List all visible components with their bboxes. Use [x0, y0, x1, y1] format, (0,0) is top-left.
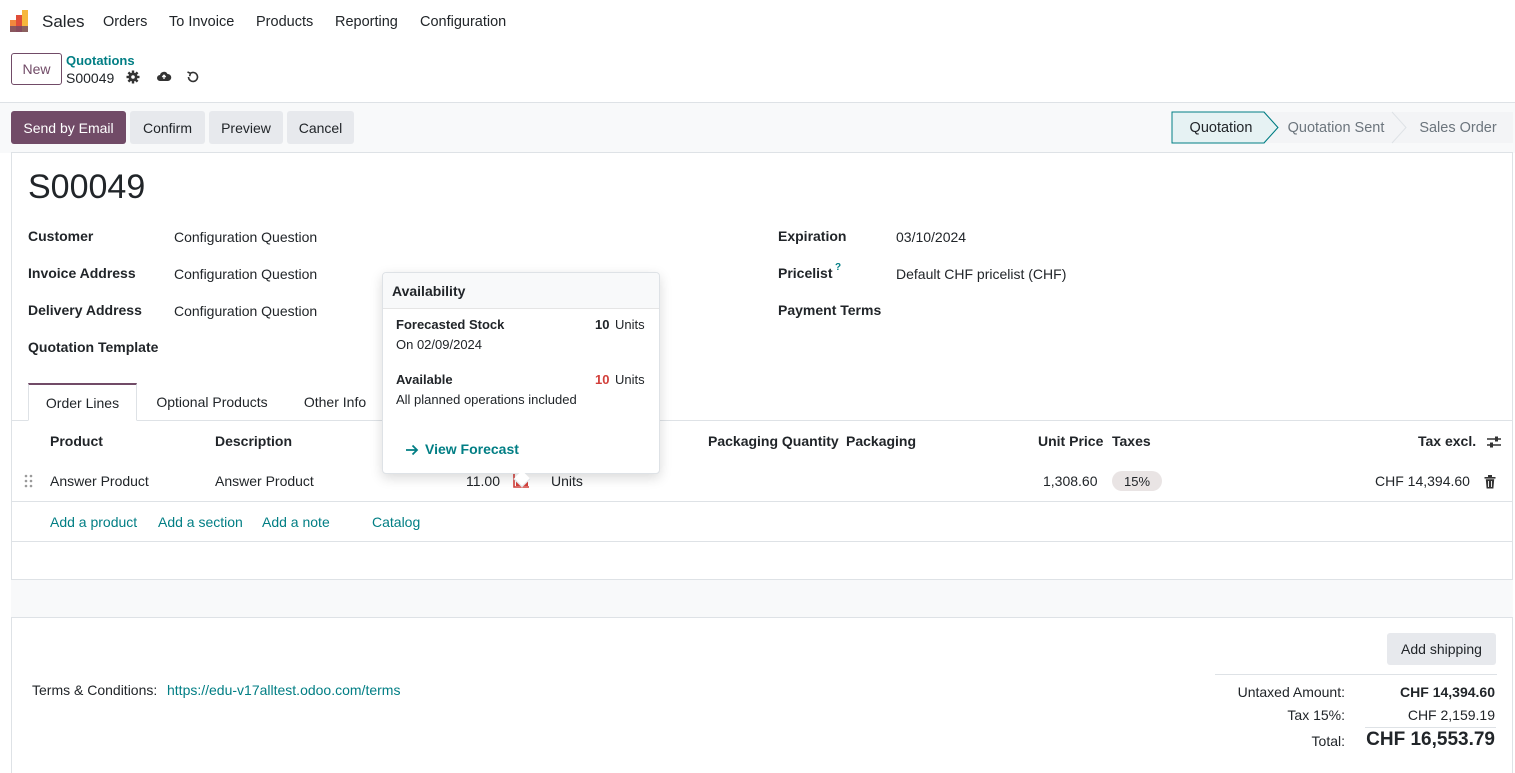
- cancel-button[interactable]: Cancel: [287, 111, 354, 144]
- col-packaging-quantity[interactable]: Packaging Quantity: [708, 433, 839, 449]
- tax-label: Tax 15%:: [1287, 707, 1345, 723]
- nav-orders[interactable]: Orders: [103, 14, 147, 30]
- arrow-right-icon: [406, 444, 419, 456]
- form-sheet: [11, 152, 1513, 773]
- add-product-link[interactable]: Add a product: [50, 514, 137, 530]
- send-by-email-button[interactable]: Send by Email: [11, 111, 126, 144]
- catalog-link[interactable]: Catalog: [372, 514, 420, 530]
- preview-button[interactable]: Preview: [209, 111, 283, 144]
- drag-handle-icon[interactable]: [24, 474, 34, 488]
- availability-popover: Availability Forecasted Stock 10 Units O…: [382, 272, 660, 488]
- customer-field[interactable]: Configuration Question: [174, 229, 317, 245]
- nav-to-invoice[interactable]: To Invoice: [169, 14, 234, 30]
- row-divider: [11, 541, 1513, 542]
- nav-reporting[interactable]: Reporting: [335, 14, 398, 30]
- expiration-label: Expiration: [778, 228, 847, 244]
- app-name[interactable]: Sales: [42, 12, 85, 32]
- top-navbar: Sales Orders To Invoice Products Reporti…: [0, 0, 1515, 44]
- available-note: All planned operations included: [396, 392, 577, 407]
- discard-icon[interactable]: [185, 69, 201, 85]
- forecast-label: Forecasted Stock: [396, 317, 505, 332]
- popover-title: Availability: [383, 273, 659, 309]
- terms-link[interactable]: https://edu-v17alltest.odoo.com/terms: [167, 682, 400, 698]
- add-shipping-button[interactable]: Add shipping: [1387, 633, 1496, 665]
- untaxed-amount-label: Untaxed Amount:: [1237, 684, 1345, 700]
- breadcrumb-quotations[interactable]: Quotations: [66, 53, 135, 68]
- sales-app-icon[interactable]: [10, 10, 32, 32]
- tab-other-info[interactable]: Other Info: [287, 383, 383, 421]
- empty-row-band: [11, 580, 1513, 617]
- add-note-link[interactable]: Add a note: [262, 514, 330, 530]
- tab-optional-products[interactable]: Optional Products: [137, 383, 287, 421]
- forecast-qty: 10: [595, 317, 610, 332]
- optional-columns-icon[interactable]: [1486, 434, 1502, 450]
- trash-icon[interactable]: [1484, 475, 1496, 489]
- available-label: Available: [396, 372, 453, 387]
- stage-quotation[interactable]: Quotation: [1171, 111, 1271, 144]
- row-unit-price[interactable]: 1,308.60: [1043, 473, 1098, 489]
- row-divider: [11, 617, 1513, 618]
- add-section-link[interactable]: Add a section: [158, 514, 243, 530]
- row-divider: [11, 501, 1513, 502]
- row-quantity[interactable]: 11.00: [466, 473, 500, 489]
- customer-label: Customer: [28, 228, 94, 244]
- new-button[interactable]: New: [11, 53, 62, 85]
- gear-icon[interactable]: [125, 69, 141, 85]
- confirm-button[interactable]: Confirm: [130, 111, 205, 144]
- delivery-address-field[interactable]: Configuration Question: [174, 303, 317, 319]
- col-unit-price[interactable]: Unit Price: [1038, 433, 1103, 449]
- tax-badge[interactable]: 15%: [1112, 471, 1162, 491]
- tax-value: CHF 2,159.19: [1407, 707, 1495, 723]
- nav-configuration[interactable]: Configuration: [420, 14, 506, 30]
- nav-products[interactable]: Products: [256, 14, 313, 30]
- available-unit: Units: [615, 372, 645, 387]
- row-subtotal: CHF 14,394.60: [1375, 473, 1470, 489]
- col-taxes[interactable]: Taxes: [1112, 433, 1151, 449]
- invoice-address-label: Invoice Address: [28, 265, 136, 281]
- row-uom[interactable]: Units: [551, 473, 583, 489]
- totals-divider: [1215, 674, 1497, 675]
- payment-terms-label: Payment Terms: [778, 302, 882, 318]
- expiration-field[interactable]: 03/10/2024: [896, 229, 966, 245]
- total-divider: [1365, 727, 1496, 728]
- stage-quotation-sent[interactable]: Quotation Sent: [1275, 111, 1397, 144]
- pricelist-field[interactable]: Default CHF pricelist (CHF): [896, 266, 1066, 282]
- invoice-address-field[interactable]: Configuration Question: [174, 266, 317, 282]
- stage-sales-order[interactable]: Sales Order: [1403, 111, 1513, 144]
- col-product[interactable]: Product: [50, 433, 103, 449]
- record-title: S00049: [28, 168, 146, 206]
- total-value: CHF 16,553.79: [1366, 729, 1495, 750]
- view-forecast-button[interactable]: View Forecast: [425, 441, 519, 457]
- pricelist-label: Pricelist: [778, 265, 833, 281]
- pricelist-help-icon[interactable]: ?: [835, 262, 841, 273]
- terms-label: Terms & Conditions:: [32, 682, 158, 698]
- col-description[interactable]: Description: [215, 433, 292, 449]
- breadcrumb-current: S00049: [66, 70, 115, 86]
- forecast-unit: Units: [615, 317, 645, 332]
- tab-order-lines[interactable]: Order Lines: [28, 383, 137, 421]
- cloud-upload-icon[interactable]: [156, 69, 172, 85]
- available-qty: 10: [595, 372, 610, 387]
- total-label: Total:: [1311, 733, 1345, 749]
- delivery-address-label: Delivery Address: [28, 302, 142, 318]
- untaxed-amount-value: CHF 14,394.60: [1400, 684, 1495, 700]
- forecast-date: On 02/09/2024: [396, 337, 483, 352]
- row-product[interactable]: Answer Product: [50, 473, 149, 489]
- col-packaging[interactable]: Packaging: [846, 433, 916, 449]
- col-tax-excl[interactable]: Tax excl.: [1418, 433, 1476, 449]
- row-description[interactable]: Answer Product: [215, 473, 314, 489]
- quotation-template-label: Quotation Template: [28, 339, 159, 355]
